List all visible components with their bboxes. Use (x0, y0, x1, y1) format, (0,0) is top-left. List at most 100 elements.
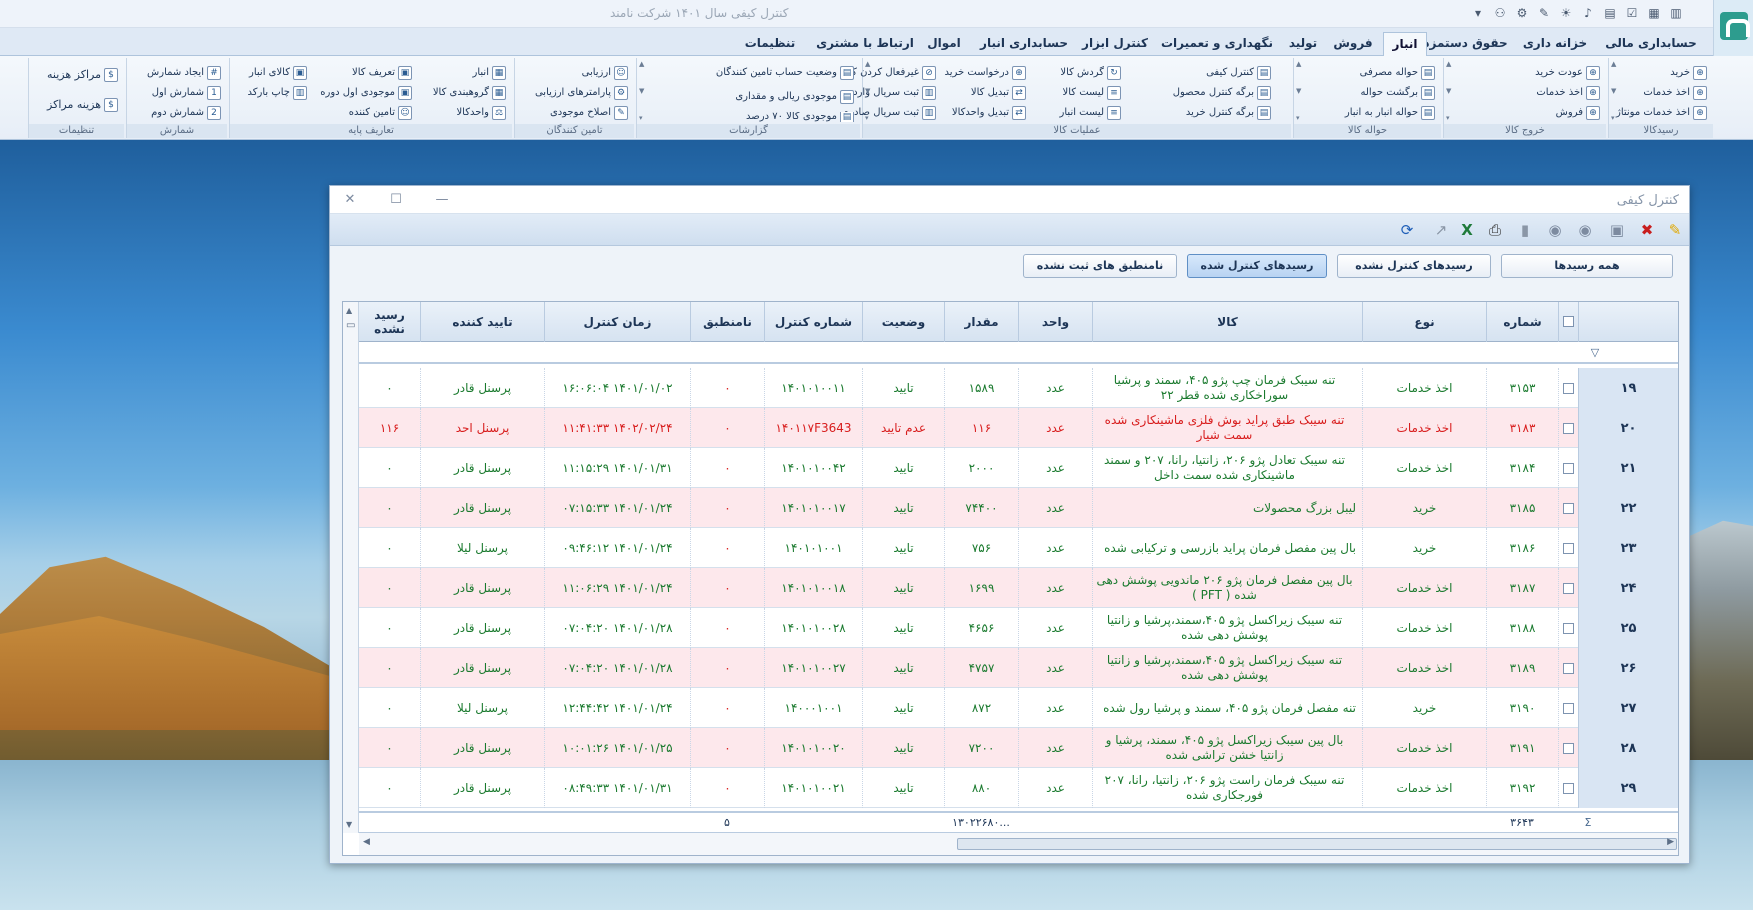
vertical-scrollbar[interactable]: ▲ ▭ ▼ (343, 302, 359, 833)
ribbon-assembly-services[interactable]: ⊕ اخذ خدمات مونتاژ (1616, 104, 1707, 122)
ribbon-create-count[interactable]: # ایجاد شمارش (147, 64, 221, 82)
delete-x-icon[interactable]: ✖ (1635, 219, 1659, 241)
tab-tool-control[interactable]: کنترل ابزار (1076, 32, 1154, 56)
row-checkbox-cell[interactable] (1558, 608, 1578, 648)
row-checkbox[interactable] (1563, 742, 1574, 754)
group-scroll[interactable]: ▲ ▼ ▾ (1611, 60, 1621, 122)
row-checkbox-cell[interactable] (1558, 408, 1578, 448)
ribbon-stock-correction[interactable]: ✎ اصلاح موجودی (550, 104, 628, 122)
checklist-icon[interactable]: ☑ (1624, 5, 1640, 21)
row-checkbox-cell[interactable] (1558, 688, 1578, 728)
group-scroll[interactable]: ▲ ▼ ▾ (865, 60, 875, 122)
ribbon-define-item[interactable]: ▣ تعریف کالا (352, 64, 412, 82)
ribbon-transfer-return[interactable]: ▤ برگشت حواله (1360, 84, 1435, 102)
excel-icon[interactable]: X (1455, 219, 1479, 241)
filter-all-receipts[interactable]: همه رسیدها (1501, 254, 1673, 278)
ribbon-product-control-sheet[interactable]: ▤ برگه کنترل محصول (1173, 84, 1271, 102)
row-checkbox[interactable] (1563, 382, 1574, 394)
ribbon-purchase-control-sheet[interactable]: ▤ برگه کنترل خرید (1186, 104, 1271, 122)
ribbon-sale[interactable]: ⊕ فروش (1556, 104, 1600, 122)
calendar-icon[interactable]: ▦ (1646, 5, 1662, 21)
row-checkbox[interactable] (1563, 582, 1574, 594)
header-unreceived[interactable]: رسید نشده (358, 302, 420, 342)
print-icon[interactable]: ⎙ (1483, 219, 1507, 241)
scroll-thumb[interactable]: ▭ (346, 320, 355, 331)
table-row[interactable]: ۲۵ ۳۱۸۸ اخذ خدمات تنه سیبک زیراکسل پژو ۴۰۵،… (343, 608, 1678, 648)
scroll-right-icon[interactable]: ▶ (1667, 837, 1674, 847)
tab-assets[interactable]: اموال (918, 32, 970, 56)
ribbon-warehouse-list[interactable]: ≡ لیست انبار (1060, 104, 1121, 122)
app-logo[interactable] (1713, 0, 1753, 58)
save-icon[interactable]: ▣ (1605, 219, 1629, 241)
row-checkbox[interactable] (1563, 622, 1574, 634)
table-row[interactable]: ۲۰ ۳۱۸۳ اخذ خدمات تنه سیبک طبق پراید بوش فل… (343, 408, 1678, 448)
user-settings-icon[interactable]: ⚙ (1514, 5, 1530, 21)
row-checkbox-cell[interactable] (1558, 448, 1578, 488)
ribbon-services-out[interactable]: ⊕ اخذ خدمات (1536, 84, 1600, 102)
tab-production[interactable]: تولید (1278, 32, 1328, 56)
ribbon-supplier[interactable]: ☺ تامین کننده (349, 104, 412, 122)
horizontal-scrollbar[interactable]: ◀ ▶ (359, 833, 1678, 855)
record-icon[interactable]: ◉ (1573, 219, 1597, 241)
ribbon-item-list[interactable]: ≡ لیست کالا (1063, 84, 1121, 102)
row-checkbox[interactable] (1563, 542, 1574, 554)
table-row[interactable]: ۲۳ ۳۱۸۶ خرید بال پین مفصل فرمان پراید بازرس… (343, 528, 1678, 568)
header-status[interactable]: وضعیت (862, 302, 944, 342)
ribbon-consumption-transfer[interactable]: ▤ حواله مصرفی (1360, 64, 1435, 82)
row-checkbox-cell[interactable] (1558, 368, 1578, 408)
table-row[interactable]: ۲۹ ۳۱۹۲ اخذ خدمات تنه سیبک فرمان راست پژو ۲… (343, 768, 1678, 808)
calculator-icon[interactable]: ▥ (1668, 5, 1684, 21)
share-icon[interactable]: ↗ (1429, 219, 1453, 241)
row-checkbox[interactable] (1563, 702, 1574, 714)
ribbon-serial-in[interactable]: ▥ ثبت سریال وارده (848, 84, 936, 102)
header-nonconform[interactable]: نامنطبق (690, 302, 764, 342)
row-checkbox-cell[interactable] (1558, 488, 1578, 528)
ribbon-stock-report[interactable]: ▤ موجودی کالا ۷۰ درصد (746, 112, 854, 122)
dropdown-icon[interactable]: ▾ (1470, 5, 1486, 21)
header-type[interactable]: نوع (1362, 302, 1486, 342)
ribbon-first-count[interactable]: 1 شمارش اول (152, 84, 221, 102)
tab-accounting[interactable]: حسابداری مالی (1598, 32, 1704, 56)
ribbon-second-count[interactable]: 2 شمارش دوم (151, 104, 221, 122)
row-checkbox[interactable] (1563, 502, 1574, 514)
row-checkbox-cell[interactable] (1558, 768, 1578, 808)
row-checkbox-cell[interactable] (1558, 528, 1578, 568)
filter-checked-receipts[interactable]: رسیدهای کنترل شده (1187, 254, 1327, 278)
group-scroll[interactable]: ▲ ▼ ▾ (1446, 60, 1456, 122)
ribbon-purchase-request[interactable]: ⊕ درخواست خرید (944, 64, 1026, 82)
tab-crm[interactable]: ارتباط با مشتری (815, 32, 915, 56)
tab-treasury[interactable]: خزانه داری (1515, 32, 1595, 56)
ribbon-opening-stock[interactable]: ▣ موجودی اول دوره (320, 84, 412, 102)
maximize-icon[interactable]: ☐ (388, 192, 404, 208)
filter-unchecked-receipts[interactable]: رسیدهای کنترل نشده (1337, 254, 1491, 278)
user-edit-icon[interactable]: ✎ (1536, 5, 1552, 21)
ribbon-center-costs[interactable]: $ هزینه مراکز (47, 96, 118, 114)
ribbon-quality-control[interactable]: ▤ کنترل کیفی (1206, 64, 1271, 82)
ribbon-cost-centers[interactable]: $ مراکز هزینه (47, 66, 118, 84)
table-row[interactable]: ۲۴ ۳۱۸۷ اخذ خدمات بال پین مفصل فرمان پژو ۲۰… (343, 568, 1678, 608)
header-control-time[interactable]: زمان کنترل (544, 302, 690, 342)
header-number[interactable]: شماره (1486, 302, 1558, 342)
row-checkbox[interactable] (1563, 462, 1574, 474)
grid-filter-row[interactable]: ▽ (343, 342, 1678, 364)
minimize-icon[interactable]: — (434, 192, 450, 208)
ribbon-item-turnover[interactable]: ↻ گردش کالا (1060, 64, 1121, 82)
ribbon-purchase[interactable]: ⊕ خرید (1670, 64, 1707, 82)
ribbon-purchase-return[interactable]: ⊕ عودت خرید (1535, 64, 1600, 82)
row-checkbox-cell[interactable] (1558, 728, 1578, 768)
group-scroll[interactable]: ▲ ▼ ▾ (639, 60, 649, 122)
ribbon-convert-item[interactable]: ⇄ تبدیل کالا (971, 84, 1026, 102)
refresh-icon[interactable]: ⟳ (1395, 219, 1419, 241)
header-qty[interactable]: مقدار (944, 302, 1018, 342)
table-row[interactable]: ۲۸ ۳۱۹۱ اخذ خدمات بال پین سیبک زیراکسل پژو … (343, 728, 1678, 768)
trash-icon[interactable]: ▮ (1513, 219, 1537, 241)
tab-maintenance[interactable]: نگهداری و تعمیرات (1158, 32, 1276, 56)
tab-sales[interactable]: فروش (1330, 32, 1376, 56)
header-unit[interactable]: واحد (1018, 302, 1092, 342)
ribbon-evaluation[interactable]: ☺ ارزیابی (582, 64, 628, 82)
bell-icon[interactable]: ♪ (1580, 5, 1596, 21)
row-checkbox-cell[interactable] (1558, 568, 1578, 608)
header-select-all[interactable] (1558, 302, 1578, 342)
table-row[interactable]: ۲۱ ۳۱۸۴ اخذ خدمات تنه سیبک تعادل پژو ۲۰۶، ز… (343, 448, 1678, 488)
tab-warehouse[interactable]: انبار (1383, 32, 1427, 56)
